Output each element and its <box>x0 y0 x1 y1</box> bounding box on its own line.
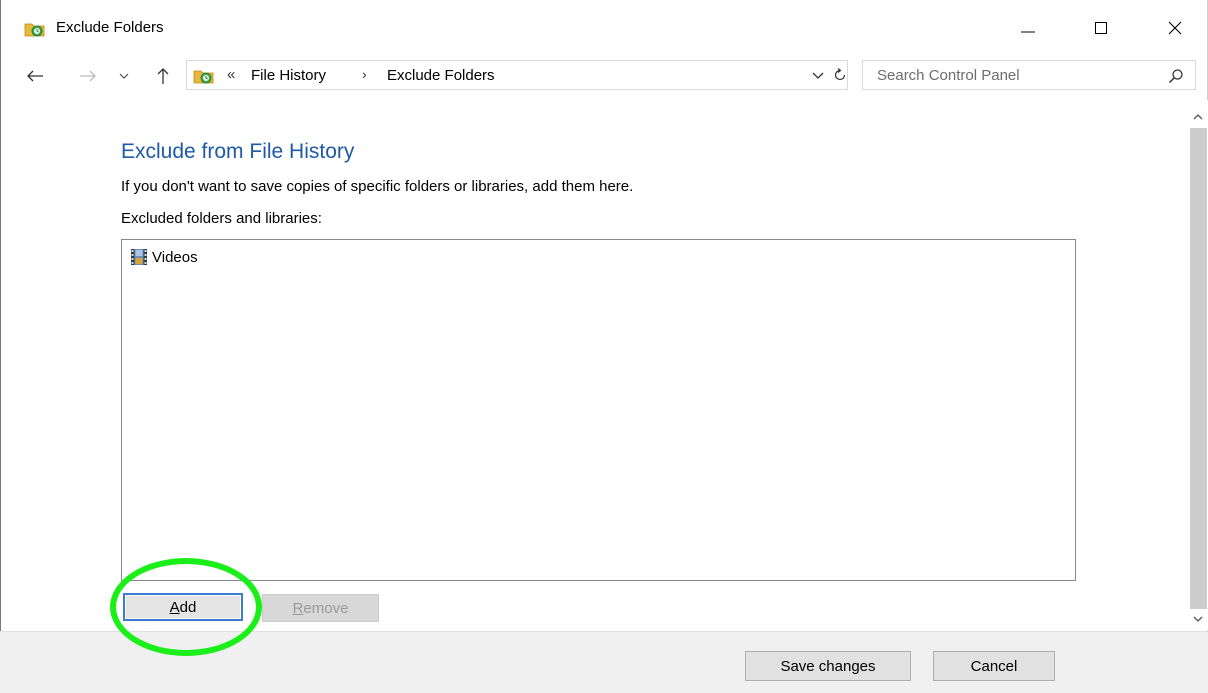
main-content: Exclude from File History If you don't w… <box>0 100 1188 630</box>
remove-button: Remove <box>262 594 379 622</box>
search-input[interactable]: Search Control Panel <box>877 67 1020 84</box>
breadcrumb-separator[interactable]: › <box>362 66 367 82</box>
scroll-up-icon[interactable] <box>1191 110 1205 124</box>
search-box[interactable]: Search Control Panel <box>862 60 1196 90</box>
remove-label-rest: emove <box>303 599 349 617</box>
address-bar[interactable]: « File History › Exclude Folders <box>186 60 848 90</box>
breadcrumb-file-history[interactable]: File History <box>251 67 326 84</box>
breadcrumb-overflow[interactable]: « <box>227 66 235 83</box>
remove-accelerator: R <box>292 599 304 617</box>
add-accelerator: A <box>169 598 180 616</box>
file-history-icon <box>193 67 215 85</box>
window-title: Exclude Folders <box>56 19 164 36</box>
exclude-folders-window: Exclude Folders « File History › Exclude… <box>0 0 1208 693</box>
title-bar[interactable]: Exclude Folders <box>0 0 1208 54</box>
up-arrow-icon[interactable] <box>152 66 174 86</box>
list-item[interactable]: Videos <box>130 246 198 268</box>
refresh-icon[interactable] <box>831 66 849 84</box>
navigation-bar: « File History › Exclude Folders Search … <box>0 58 1208 94</box>
page-description: If you don't want to save copies of spec… <box>121 178 634 195</box>
vertical-scrollbar[interactable] <box>1188 100 1208 630</box>
scroll-down-icon[interactable] <box>1191 612 1205 626</box>
excluded-folders-list[interactable]: Videos <box>121 239 1076 581</box>
back-arrow-icon[interactable] <box>24 66 46 86</box>
file-history-icon <box>24 20 45 37</box>
excluded-list-label: Excluded folders and libraries: <box>121 210 322 227</box>
minimize-button[interactable] <box>1005 10 1051 46</box>
maximize-icon <box>1095 22 1107 34</box>
add-label-rest: dd <box>179 598 197 616</box>
list-item-label: Videos <box>152 248 198 266</box>
page-title: Exclude from File History <box>121 140 355 163</box>
forward-arrow-icon[interactable] <box>77 66 99 86</box>
save-changes-button[interactable]: Save changes <box>745 651 911 681</box>
breadcrumb-exclude-folders[interactable]: Exclude Folders <box>387 67 495 84</box>
videos-library-icon <box>130 248 148 266</box>
minimize-icon <box>1021 31 1035 33</box>
close-button[interactable] <box>1152 10 1198 46</box>
search-icon[interactable] <box>1167 67 1185 85</box>
cancel-button[interactable]: Cancel <box>933 651 1055 681</box>
close-icon <box>1168 21 1182 35</box>
maximize-button[interactable] <box>1078 10 1124 46</box>
add-button[interactable]: Add <box>123 593 243 621</box>
dialog-footer: Save changes Cancel <box>0 631 1208 693</box>
scroll-thumb[interactable] <box>1190 128 1207 609</box>
chevron-down-icon[interactable] <box>113 66 135 86</box>
address-dropdown-icon[interactable] <box>811 67 825 83</box>
